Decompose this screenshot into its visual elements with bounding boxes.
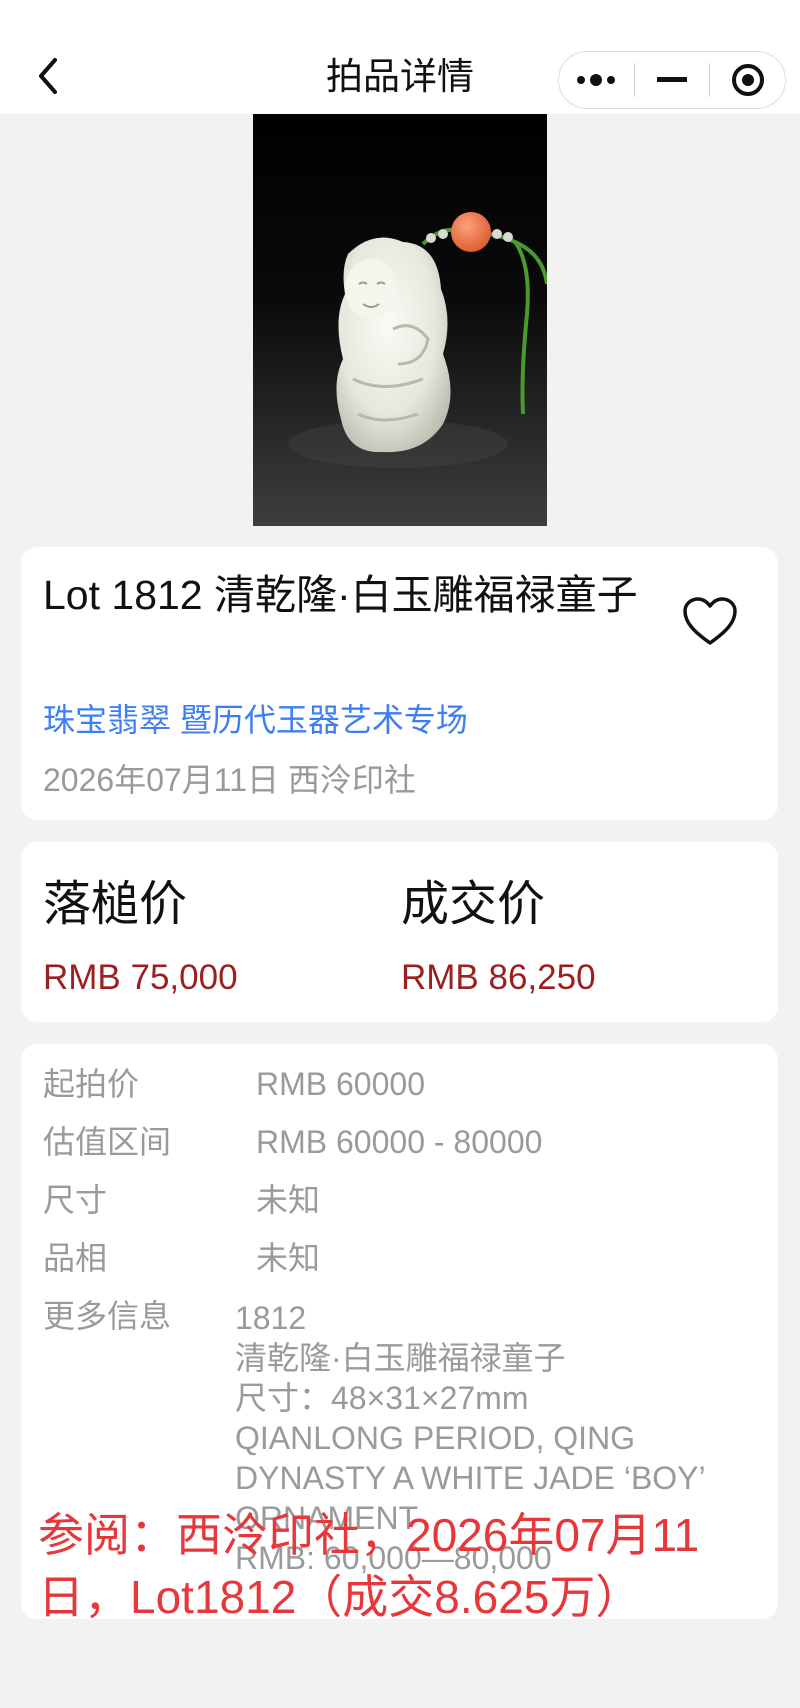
detail-value: RMB 60000	[256, 1066, 425, 1102]
hammer-price-label: 落槌价	[43, 878, 188, 931]
detail-value: 未知	[256, 1182, 321, 1218]
detail-key: 尺寸	[43, 1182, 108, 1218]
watermark-line: 日，Lot1812（成交8.625万）	[38, 1571, 642, 1623]
more-info-line: 清乾隆·白玉雕福禄童子	[235, 1340, 566, 1376]
more-dots-icon	[577, 74, 616, 86]
detail-key: 估值区间	[43, 1124, 172, 1160]
lot-info-card: Lot 1812 清乾隆·白玉雕福禄童子 珠宝翡翠 暨历代玉器艺术专场 2026…	[21, 547, 778, 820]
reference-watermark: 参阅：西泠印社，2026年07月11 日，Lot1812（成交8.625万）	[38, 1504, 778, 1628]
close-miniprogram-button[interactable]	[710, 52, 785, 108]
favorite-button[interactable]	[681, 595, 739, 647]
final-price-label: 成交价	[401, 878, 546, 931]
more-button[interactable]	[559, 52, 634, 108]
lot-title: Lot 1812 清乾隆·白玉雕福禄童子	[43, 572, 638, 618]
price-card: 落槌价 RMB 75,000 成交价 RMB 86,250	[21, 842, 778, 1022]
auction-date-house: 2026年07月11日 西泠印社	[43, 762, 416, 798]
miniprogram-capsule	[558, 51, 786, 109]
final-price-value: RMB 86,250	[401, 958, 596, 997]
more-info-line: 尺寸：48×31×27mm	[235, 1380, 529, 1416]
detail-key: 起拍价	[43, 1066, 140, 1102]
watermark-line: 参阅：西泠印社，2026年07月11	[38, 1509, 700, 1561]
more-info-line: DYNASTY A WHITE JADE ‘BOY’	[235, 1460, 706, 1496]
session-link[interactable]: 珠宝翡翠 暨历代玉器艺术专场	[43, 695, 468, 741]
more-info-line: 1812	[235, 1300, 307, 1336]
lot-image[interactable]	[253, 114, 547, 526]
detail-key: 更多信息	[43, 1298, 172, 1334]
detail-value: RMB 60000 - 80000	[256, 1124, 543, 1160]
more-info-line: QIANLONG PERIOD, QING	[235, 1420, 636, 1456]
detail-value: 未知	[256, 1240, 321, 1276]
heart-icon	[683, 597, 737, 645]
minimize-button[interactable]	[635, 52, 710, 108]
detail-key: 品相	[43, 1240, 108, 1276]
navigation-bar: 拍品详情	[0, 0, 800, 114]
minus-icon	[657, 77, 687, 82]
hammer-price-value: RMB 75,000	[43, 958, 238, 997]
target-close-icon	[731, 64, 764, 96]
